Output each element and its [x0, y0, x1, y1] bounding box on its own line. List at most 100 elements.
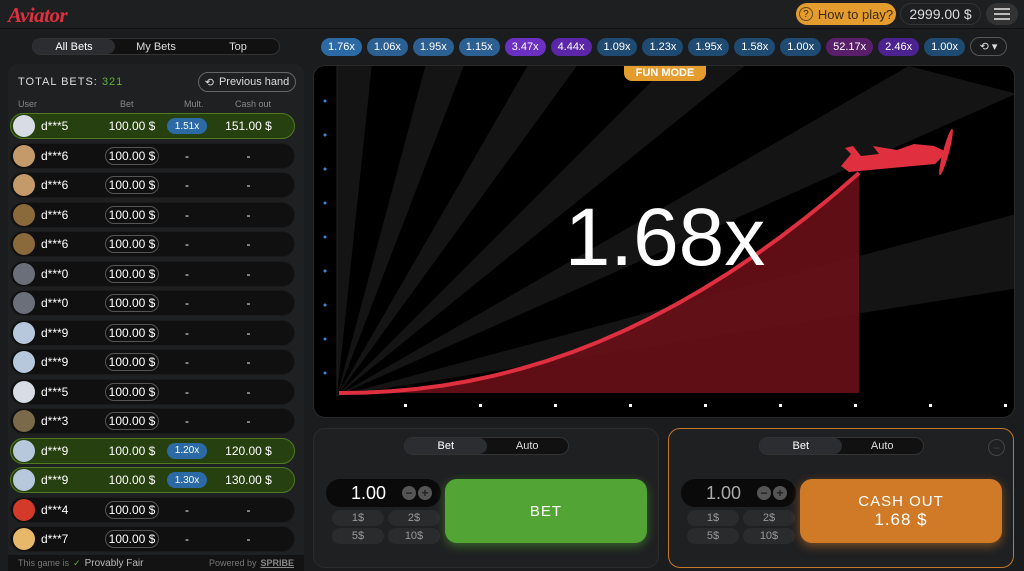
multiplier: - [185, 325, 189, 340]
cashout-amount: - [246, 384, 251, 399]
previous-hand-label: Previous hand [218, 76, 290, 88]
tab-all-bets[interactable]: All Bets [33, 39, 115, 54]
x-tick [479, 404, 482, 407]
history-chip[interactable]: 1.00x [780, 38, 822, 56]
cashout-amount: - [246, 266, 251, 281]
bet-amount: 100.00 $ [105, 382, 159, 401]
avatar [13, 174, 35, 196]
table-row: d***0 100.00 $ - - [10, 290, 295, 316]
bet-panel-1: Bet Auto 1.00 − + 1$ 2$ 5$ 10$ BET [313, 428, 659, 568]
bet-button[interactable]: BET [445, 479, 647, 543]
quick-amount-2[interactable]: 2$ [743, 510, 795, 526]
quick-amount-1[interactable]: 1$ [332, 510, 384, 526]
table-row: d***4 100.00 $ - - [10, 496, 295, 523]
history-toggle-button[interactable]: ⟲ ▾ [970, 37, 1007, 56]
tab-bet[interactable]: Bet [760, 438, 842, 454]
avatar [13, 351, 35, 373]
quick-amount-10[interactable]: 10$ [388, 528, 440, 544]
provably-fair-link[interactable]: Provably Fair [85, 558, 144, 569]
y-tick [323, 167, 327, 171]
multiplier: - [185, 207, 189, 222]
plus-icon[interactable]: + [418, 486, 432, 500]
x-tick [629, 404, 632, 407]
multiplier: - [185, 502, 189, 517]
history-chip[interactable]: 1.00x [924, 38, 966, 56]
cashout-amount: 130.00 $ [225, 473, 272, 487]
history-chip[interactable]: 1.15x [458, 38, 500, 56]
bet-amount-input[interactable]: 1.00 − + [681, 479, 796, 507]
user-name: d***6 [41, 237, 69, 251]
cashout-amount: 120.00 $ [225, 443, 272, 458]
menu-button[interactable] [986, 3, 1018, 25]
bet-amount-input[interactable]: 1.00 − + [326, 479, 441, 507]
total-bets-count: 321 [101, 76, 124, 88]
cashout-amount: - [246, 532, 251, 546]
bet-panel-2: − Bet Auto 1.00 − + 1$ 2$ 5$ 10$ CASH OUT… [668, 428, 1014, 568]
avatar [13, 321, 35, 344]
quick-amount-5[interactable]: 5$ [687, 528, 739, 544]
minus-icon[interactable]: − [757, 486, 771, 500]
multiplier: - [185, 296, 189, 310]
bet-amount: 100.00 $ [105, 500, 159, 519]
history-chip[interactable]: 1.95x [688, 38, 730, 56]
table-row: d***6 100.00 $ - - [10, 231, 295, 257]
history-chip[interactable]: 1.23x [642, 38, 684, 56]
avatar [13, 439, 35, 462]
plus-icon[interactable]: + [773, 486, 787, 500]
header: Aviator ? How to play? 2999.00 $ [0, 0, 1024, 29]
history-chip[interactable]: 1.06x [366, 38, 408, 56]
bet-amount: 100.00 $ [105, 323, 159, 342]
how-to-play-label: How to play? [817, 6, 894, 22]
previous-hand-button[interactable]: ⟲ Previous hand [198, 72, 296, 92]
y-tick [323, 303, 327, 307]
table-row: d***7 100.00 $ - - [10, 526, 295, 552]
button-amount: 1.68 $ [874, 509, 928, 529]
minus-icon[interactable]: − [402, 486, 416, 500]
cashout-amount: - [246, 325, 251, 340]
remove-panel-button[interactable]: − [988, 439, 1005, 456]
col-user: User [18, 99, 38, 109]
history-chip[interactable]: 1.58x [734, 38, 776, 56]
cash-out-button[interactable]: CASH OUT 1.68 $ [800, 479, 1002, 543]
user-name: d***9 [41, 443, 69, 458]
quick-amount-2[interactable]: 2$ [388, 510, 440, 526]
history-chip[interactable]: 1.09x [596, 38, 638, 56]
tab-bet[interactable]: Bet [405, 438, 487, 454]
history-chip[interactable]: 52.17x [826, 38, 874, 56]
avatar [13, 380, 35, 403]
multiplier-display: 1.68x [564, 192, 766, 283]
history-chip[interactable]: 1.95x [412, 38, 454, 56]
col-cashout: Cash out [235, 99, 272, 109]
bet-amount: 100.00 $ [105, 353, 159, 371]
x-tick [404, 404, 407, 407]
history-chip[interactable]: 3.47x [504, 38, 546, 56]
button-label: BET [529, 502, 563, 520]
table-row: d***5 100.00 $ - - [10, 378, 295, 405]
tab-top[interactable]: Top [197, 39, 279, 54]
quick-amount-5[interactable]: 5$ [332, 528, 384, 544]
multiplier: - [185, 237, 189, 251]
history-chip[interactable]: 1.76x [321, 38, 362, 56]
quick-amount-1[interactable]: 1$ [687, 510, 739, 526]
multiplier: - [185, 414, 189, 428]
question-icon: ? [798, 7, 813, 21]
user-name: d***0 [41, 296, 69, 310]
tab-auto[interactable]: Auto [842, 438, 924, 454]
avatar [13, 410, 35, 432]
history-chip[interactable]: 2.46x [878, 38, 920, 56]
x-tick [1004, 404, 1007, 407]
user-name: d***9 [41, 473, 69, 487]
multiplier: 1.30x [167, 472, 207, 488]
tab-auto[interactable]: Auto [487, 438, 569, 454]
bets-panel: TOTAL BETS: 321 ⟲ Previous hand User Bet … [8, 64, 304, 571]
user-name: d***0 [41, 266, 69, 281]
history-icon: ⟲ [204, 76, 214, 89]
y-tick [323, 371, 327, 375]
how-to-play-button[interactable]: ? How to play? [796, 3, 896, 25]
avatar [13, 203, 35, 226]
quick-amount-10[interactable]: 10$ [743, 528, 795, 544]
tab-my-bets[interactable]: My Bets [115, 39, 197, 54]
table-row: d***6 100.00 $ - - [10, 142, 295, 169]
history-chip[interactable]: 4.44x [550, 38, 592, 56]
bet-amount: 100.00 $ [108, 443, 156, 458]
